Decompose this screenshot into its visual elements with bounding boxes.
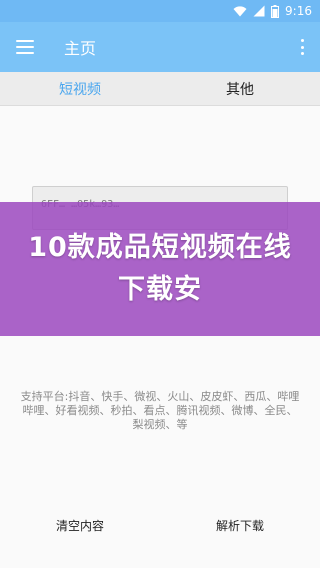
page-title: 主页	[64, 39, 97, 58]
parse-download-button[interactable]: 解析下载	[160, 505, 320, 545]
banner-text: 10款成品短视频在线下载安	[28, 232, 292, 305]
more-vert-icon[interactable]	[300, 39, 304, 55]
menu-icon[interactable]	[16, 40, 34, 54]
bottom-actions: 清空内容 解析下载	[0, 505, 320, 545]
signal-icon	[253, 5, 265, 17]
battery-icon	[271, 4, 280, 18]
app-bar: 主页	[0, 22, 320, 72]
overlay-banner: 10款成品短视频在线下载安	[0, 202, 320, 336]
tab-short-video[interactable]: 短视频	[0, 72, 160, 105]
supported-platforms-text: 支持平台:抖音、快手、微视、火山、皮皮虾、西瓜、哔哩哔哩、好看视频、秒拍、看点、…	[20, 390, 300, 431]
tab-other[interactable]: 其他	[160, 72, 320, 105]
status-time: 9:16	[285, 4, 312, 18]
main-content	[0, 106, 320, 568]
status-bar: 9:16	[0, 0, 320, 22]
tab-bar: 短视频 其他	[0, 72, 320, 106]
clear-content-button[interactable]: 清空内容	[0, 505, 160, 545]
wifi-icon	[233, 5, 247, 17]
